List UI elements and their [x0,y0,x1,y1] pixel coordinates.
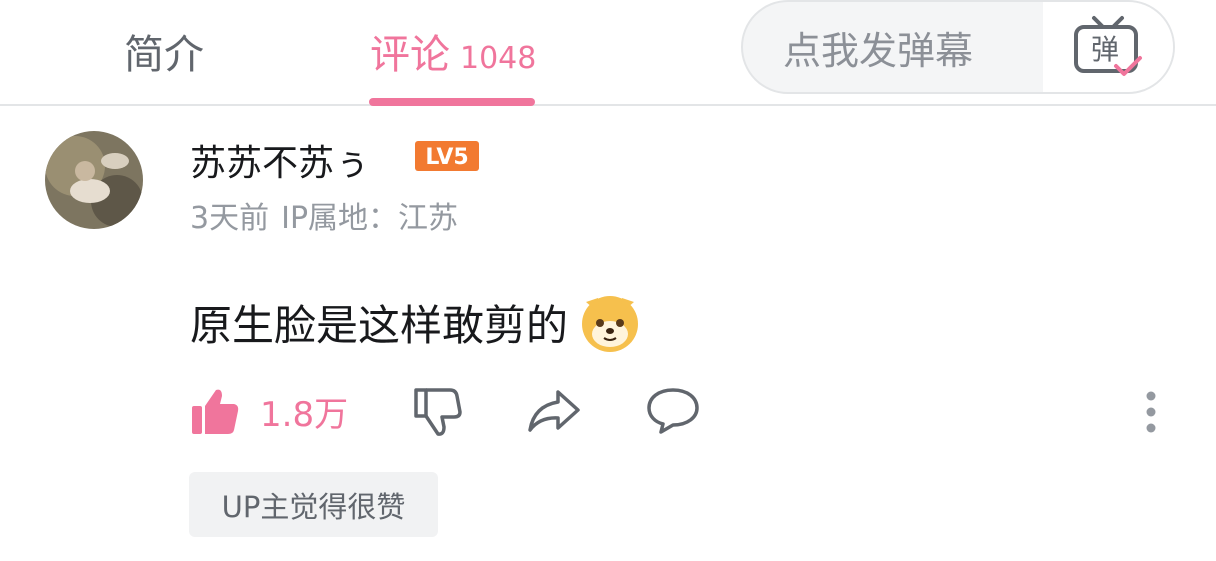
danmaku-toggle-label: 弹 [1091,33,1119,66]
comment-time: 3天前 [190,201,270,236]
thumbs-up-icon [192,389,239,434]
doge-emoji-icon [582,296,639,352]
dislike-button[interactable] [412,386,462,438]
comment-content: 原生脸是这样敢剪的 [190,290,642,354]
comment-ip-location: IP属地：江苏 [281,201,459,236]
tab-comments[interactable]: 评论 1048 [370,22,536,78]
level-badge: LV5 [415,141,479,175]
like-count: 1.8万 [260,394,349,435]
active-tab-indicator [369,98,535,106]
speech-bubble-icon [647,388,699,434]
level-badge-label: LV5 [425,145,468,170]
comment-text: 原生脸是这样敢剪的 [190,300,569,350]
share-arrow-icon [528,390,580,432]
up-liked-badge: UP主觉得很赞 [189,472,438,537]
thumbs-down-icon [414,388,462,436]
comment-username[interactable]: 苏苏不苏ぅ [190,134,370,186]
vertical-dots-icon [1146,391,1156,433]
tab-intro[interactable]: 简介 [124,22,204,78]
danmaku-input[interactable]: 点我发弹幕 [783,20,973,75]
like-button[interactable]: 1.8万 [190,386,348,436]
reply-button[interactable] [646,386,700,436]
tab-comments-label: 评论 [370,32,450,78]
danmaku-tv-icon: 弹 [1074,16,1142,76]
comment-meta: 3天前 IP属地：江苏 [190,193,458,237]
more-options-button[interactable] [1145,390,1157,438]
danmaku-bar: 点我发弹幕 弹 [741,0,1175,94]
comment-actions: 1.8万 [190,386,1190,438]
comments-count: 1048 [460,41,537,76]
tab-bar: 简介 评论 1048 点我发弹幕 弹 [0,0,1216,106]
tab-intro-label: 简介 [124,32,204,78]
danmaku-toggle-button[interactable]: 弹 [1043,2,1173,92]
avatar[interactable] [45,131,143,229]
share-button[interactable] [526,386,582,436]
